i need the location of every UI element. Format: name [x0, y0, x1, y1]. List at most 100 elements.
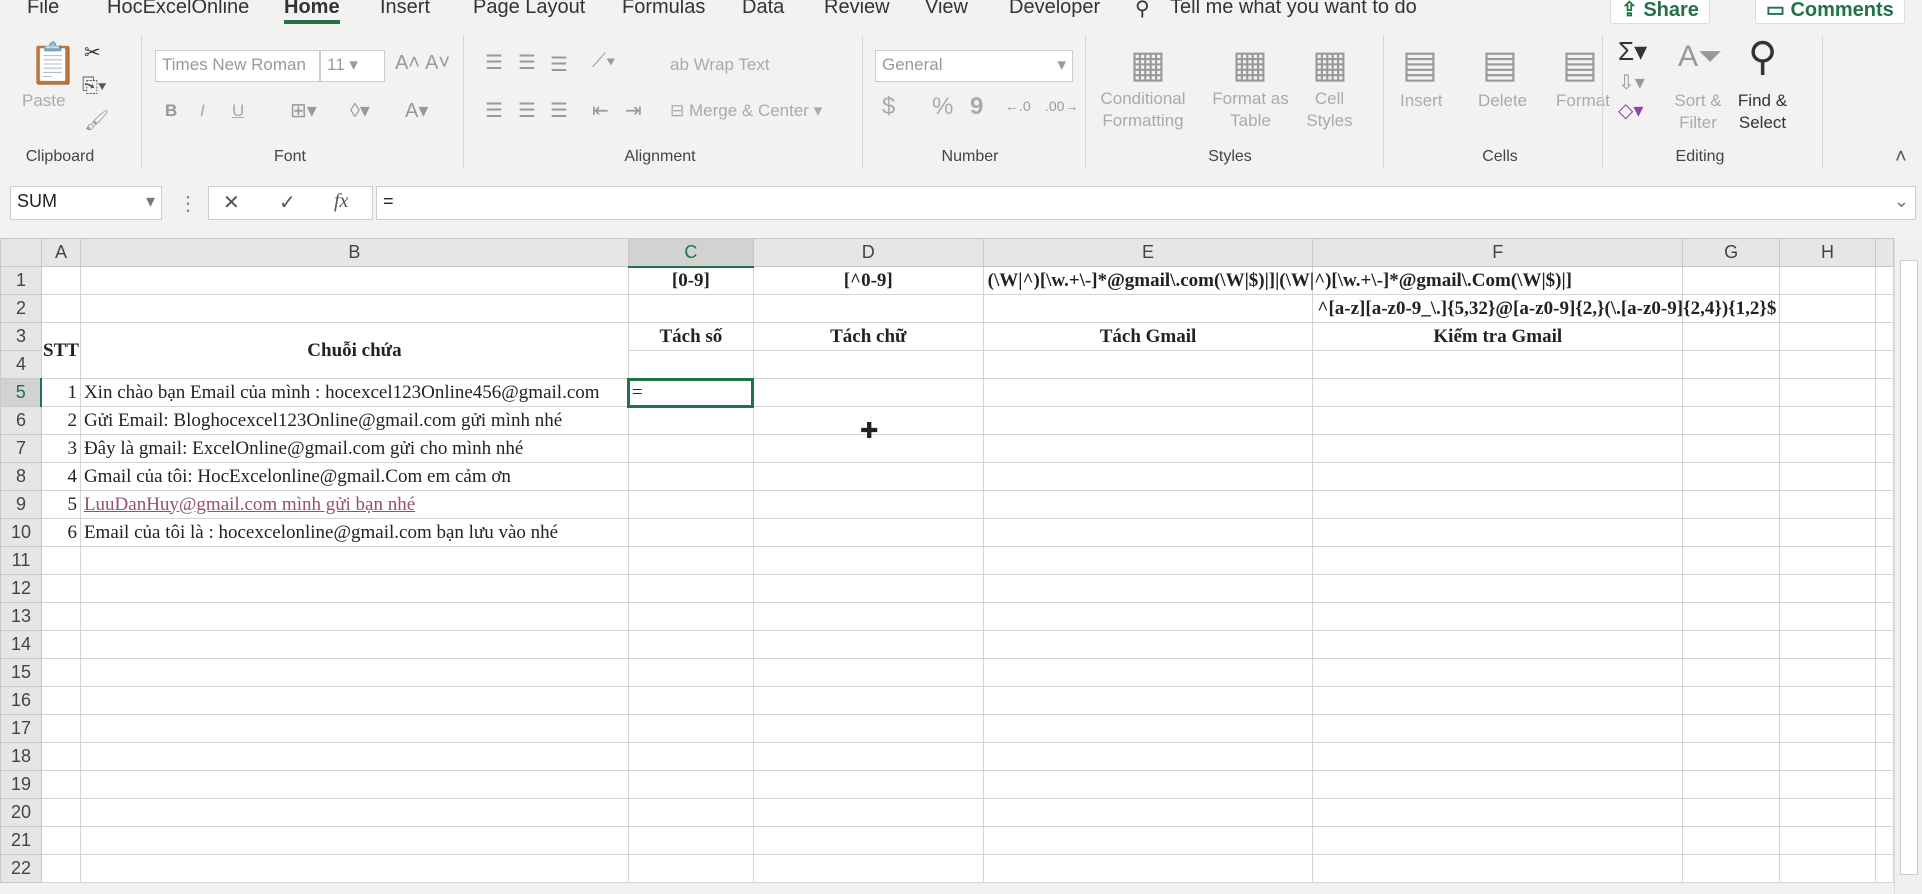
- cell-c4[interactable]: [627, 350, 754, 379]
- cell-f8[interactable]: [1312, 462, 1684, 491]
- select-all-corner[interactable]: [0, 238, 42, 267]
- tab-hocexcelonline[interactable]: HocExcelOnline: [107, 0, 249, 19]
- cell-d17[interactable]: [752, 714, 984, 743]
- cell-a15[interactable]: [40, 658, 81, 687]
- cell-e20[interactable]: [982, 798, 1314, 827]
- cell-g22[interactable]: [1682, 854, 1781, 883]
- share-button[interactable]: ⇪ Share: [1610, 0, 1710, 24]
- tab-home[interactable]: Home: [284, 0, 340, 24]
- delete-button[interactable]: Delete: [1478, 90, 1527, 112]
- cell-f6[interactable]: [1312, 406, 1684, 435]
- cell-g11[interactable]: [1682, 546, 1781, 575]
- cell-e22[interactable]: [982, 854, 1314, 883]
- cell-e21[interactable]: [982, 826, 1314, 855]
- cell-g6[interactable]: [1682, 406, 1781, 435]
- cell-e18[interactable]: [982, 742, 1314, 771]
- cell-g5[interactable]: [1682, 378, 1781, 407]
- cell-a14[interactable]: [40, 630, 81, 659]
- row-header-5[interactable]: 5: [0, 378, 43, 407]
- cell-a6[interactable]: 2: [40, 406, 81, 435]
- font-color-icon[interactable]: A▾: [405, 98, 428, 123]
- cell-g18[interactable]: [1682, 742, 1781, 771]
- tell-me-input[interactable]: Tell me what you want to do: [1170, 0, 1417, 19]
- cell-e1[interactable]: (\W|^)[\w.+\-]*@gmail\.com(\W|$)|]|(\W|^…: [982, 266, 1572, 295]
- cell-c18[interactable]: [627, 742, 754, 771]
- row-header-12[interactable]: 12: [0, 574, 42, 603]
- cell-h2[interactable]: [1779, 294, 1876, 323]
- cell-b7[interactable]: Đây là gmail: ExcelOnline@gmail.com gửi …: [79, 434, 629, 463]
- conditional-formatting-button[interactable]: Conditional Formatting: [1098, 88, 1188, 132]
- bold-button[interactable]: B: [165, 100, 177, 122]
- scroll-thumb[interactable]: [1900, 260, 1918, 875]
- cell-b14[interactable]: [79, 630, 629, 659]
- fill-color-icon[interactable]: ◊▾: [350, 98, 370, 123]
- cell-g20[interactable]: [1682, 798, 1781, 827]
- underline-button[interactable]: U: [232, 100, 244, 122]
- cell-f3[interactable]: Kiểm tra Gmail: [1312, 322, 1684, 351]
- cell-styles-button[interactable]: Cell Styles: [1302, 88, 1357, 132]
- cell-e12[interactable]: [982, 574, 1314, 603]
- cut-icon[interactable]: ✂: [84, 40, 101, 65]
- tab-formulas[interactable]: Formulas: [622, 0, 705, 19]
- cell-g12[interactable]: [1682, 574, 1781, 603]
- cell-a3[interactable]: STT: [40, 322, 81, 379]
- align-middle-icon[interactable]: ☰: [518, 50, 536, 75]
- cell-e8[interactable]: [982, 462, 1314, 491]
- cell-b12[interactable]: [79, 574, 629, 603]
- percent-button[interactable]: %: [932, 95, 953, 119]
- tab-review[interactable]: Review: [824, 0, 890, 19]
- cell-a5[interactable]: 1: [40, 378, 81, 407]
- row-header-15[interactable]: 15: [0, 658, 42, 687]
- cell-f7[interactable]: [1312, 434, 1684, 463]
- cell-h18[interactable]: [1779, 742, 1876, 771]
- cell-d4[interactable]: [752, 350, 984, 379]
- align-top-icon[interactable]: ☰: [485, 50, 503, 75]
- collapse-ribbon-icon[interactable]: ˄: [1895, 146, 1907, 169]
- cell-c8[interactable]: [627, 462, 754, 491]
- cell-d21[interactable]: [752, 826, 984, 855]
- align-bottom-icon[interactable]: ☰: [550, 52, 568, 77]
- row-header-11[interactable]: 11: [0, 546, 42, 575]
- cell-d10[interactable]: [752, 518, 984, 547]
- insert-function-icon[interactable]: fx: [334, 190, 348, 213]
- comments-button[interactable]: ▭ Comments: [1755, 0, 1905, 24]
- cell-h22[interactable]: [1779, 854, 1876, 883]
- cell-d3[interactable]: Tách chữ: [752, 322, 984, 351]
- cell-c21[interactable]: [627, 826, 754, 855]
- cell-c5[interactable]: =: [627, 377, 755, 408]
- cell-h6[interactable]: [1779, 406, 1876, 435]
- cell-b16[interactable]: [79, 686, 629, 715]
- row-header-20[interactable]: 20: [0, 798, 42, 827]
- cell-e6[interactable]: [982, 406, 1314, 435]
- cell-b21[interactable]: [79, 826, 629, 855]
- number-format-select[interactable]: General ▾: [875, 50, 1073, 82]
- cell-h13[interactable]: [1779, 602, 1876, 631]
- column-header-h[interactable]: H: [1779, 238, 1876, 267]
- clear-icon[interactable]: ◇▾: [1618, 98, 1643, 123]
- column-header-b[interactable]: B: [79, 238, 629, 267]
- cell-h20[interactable]: [1779, 798, 1876, 827]
- cell-e4[interactable]: [982, 350, 1314, 379]
- increase-font-icon[interactable]: A˄: [395, 52, 420, 75]
- fill-icon[interactable]: ⇩▾: [1618, 70, 1645, 95]
- cell-g1[interactable]: [1682, 266, 1781, 295]
- cell-c2[interactable]: [627, 294, 754, 323]
- cell-h12[interactable]: [1779, 574, 1876, 603]
- cell-a2[interactable]: [40, 294, 81, 323]
- cell-d8[interactable]: [752, 462, 984, 491]
- align-center-icon[interactable]: ☰: [518, 98, 536, 123]
- find-select-button[interactable]: Find & Select: [1730, 90, 1795, 134]
- cell-e3[interactable]: Tách Gmail: [982, 322, 1314, 351]
- font-size-select[interactable]: 11 ▾: [320, 50, 385, 82]
- cell-d1[interactable]: [^0-9]: [752, 266, 984, 295]
- cell-d19[interactable]: [752, 770, 984, 799]
- cell-f13[interactable]: [1312, 602, 1684, 631]
- row-header-17[interactable]: 17: [0, 714, 42, 743]
- cell-c14[interactable]: [627, 630, 754, 659]
- autosum-icon[interactable]: Σ▾: [1618, 36, 1647, 67]
- cell-a12[interactable]: [40, 574, 81, 603]
- cell-a17[interactable]: [40, 714, 81, 743]
- cell-b6[interactable]: Gửi Email: Bloghocexcel123Online@gmail.c…: [79, 406, 629, 435]
- cell-c12[interactable]: [627, 574, 754, 603]
- cell-b8[interactable]: Gmail của tôi: HocExcelonline@gmail.Com …: [79, 462, 629, 491]
